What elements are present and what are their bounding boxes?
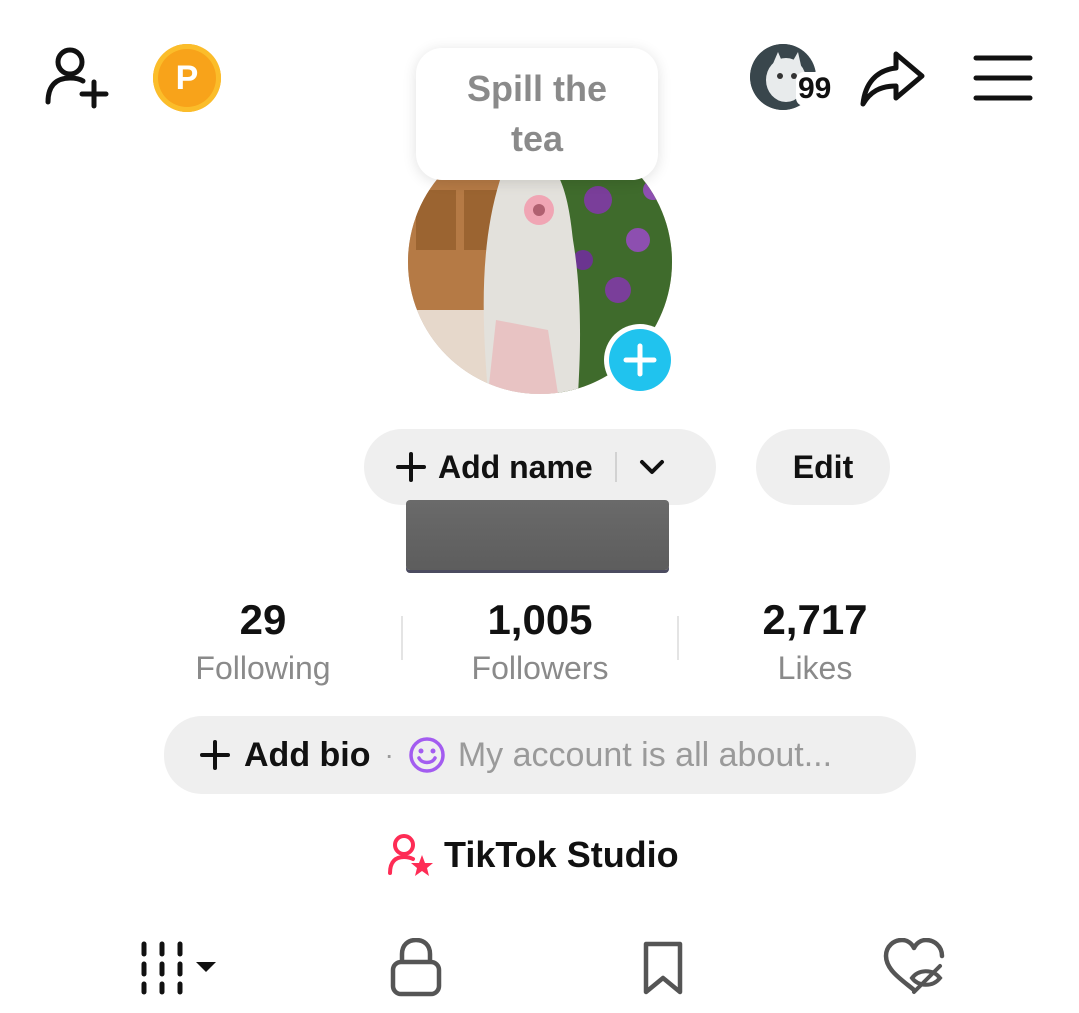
tab-liked[interactable] [882,937,946,998]
stat-value: 2,717 [762,596,868,643]
stat-following[interactable]: 29 Following [143,592,383,688]
stat-divider [401,616,403,660]
add-bio-label: Add bio [244,735,371,774]
bookmark-icon [643,941,683,995]
add-name-button[interactable]: Add name [364,429,716,505]
add-avatar-button[interactable] [604,324,676,396]
tooltip-bubble[interactable]: Spill the tea [416,48,658,180]
story-count-badge: 99 [796,72,834,106]
studio-icon [388,834,433,876]
add-user-icon [45,47,109,109]
coin-letter: P [175,58,199,97]
tab-videos[interactable] [138,938,218,998]
edit-profile-button[interactable]: Edit [756,429,890,505]
stat-value: 1,005 [487,596,593,643]
share-icon [860,51,925,107]
plus-icon [396,452,426,482]
bio-placeholder: My account is all about... [457,735,833,774]
edit-label: Edit [792,448,854,485]
stat-divider [677,616,679,660]
chevron-down-icon[interactable] [639,458,665,476]
stat-value: 29 [239,596,287,643]
plus-circle [609,329,671,391]
stat-followers[interactable]: 1,005 Followers [420,592,660,688]
bio-separator: · [384,739,394,770]
stat-label: Likes [777,650,853,686]
coin-icon[interactable]: P [153,44,221,112]
add-friend-button[interactable] [42,44,112,110]
menu-icon [973,55,1033,101]
stat-likes[interactable]: 2,717 Likes [695,592,935,688]
share-button[interactable] [858,46,928,110]
grid-icon [141,941,216,995]
smile-icon [409,737,445,773]
lock-icon [390,937,442,997]
redacted-username [406,500,669,570]
stat-label: Followers [471,650,609,686]
stat-label: Following [195,650,331,686]
plus-icon [200,740,230,770]
menu-button[interactable] [972,52,1034,104]
divider [614,452,617,482]
add-bio-button[interactable]: Add bio · My account is all about... [164,716,916,794]
tab-favorites[interactable] [640,938,686,998]
tab-private[interactable] [388,937,444,998]
add-name-label: Add name [438,448,593,485]
liked-hidden-icon [883,937,945,994]
tiktok-studio-link[interactable]: TikTok Studio [386,830,679,880]
tooltip-text: Spill the tea [466,68,607,159]
studio-label: TikTok Studio [444,834,679,875]
plus-icon [623,343,657,377]
